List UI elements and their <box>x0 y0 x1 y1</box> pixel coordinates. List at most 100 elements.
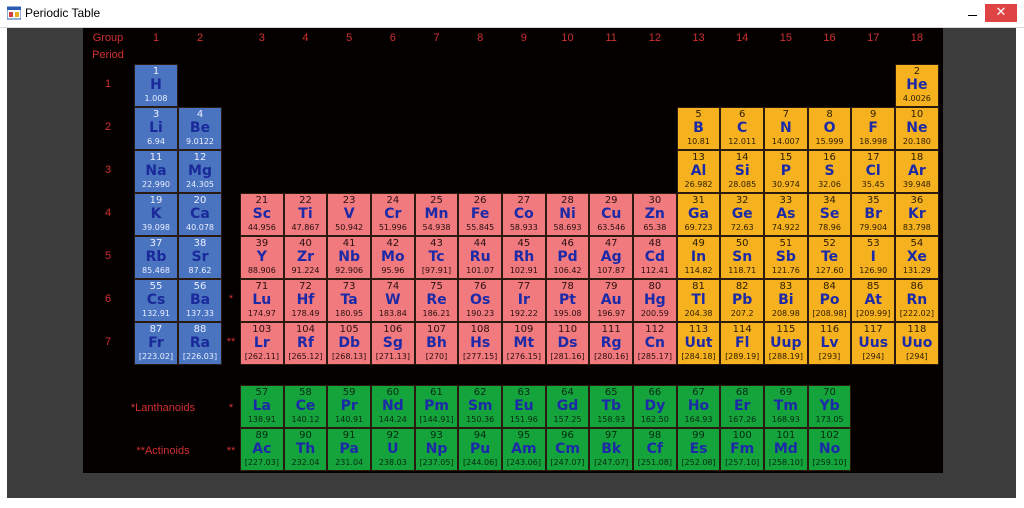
element-cell-la[interactable]: 57 La 138.91 <box>240 385 284 428</box>
element-cell-ne[interactable]: 10 Ne 20.180 <box>895 107 939 150</box>
element-cell-cf[interactable]: 98 Cf [251.08] <box>633 428 677 471</box>
element-cell-mn[interactable]: 25 Mn 54.938 <box>414 193 459 236</box>
element-cell-po[interactable]: 84 Po [208.98] <box>807 279 852 322</box>
element-cell-ga[interactable]: 31 Ga 69.723 <box>676 193 721 236</box>
element-cell-rh[interactable]: 45 Rh 102.91 <box>502 236 546 279</box>
element-cell-he[interactable]: 2 He 4.0026 <box>895 64 939 107</box>
element-cell-rb[interactable]: 37 Rb 85.468 <box>134 236 178 279</box>
element-cell-ti[interactable]: 22 Ti 47.867 <box>283 193 328 236</box>
element-cell-db[interactable]: 105 Db [268.13] <box>327 322 371 365</box>
element-cell-ba[interactable]: 56 Ba 137.33 <box>178 279 222 322</box>
element-cell-hs[interactable]: 108 Hs [277.15] <box>458 322 502 365</box>
element-cell-co[interactable]: 27 Co 58.933 <box>502 193 546 236</box>
element-cell-pb[interactable]: 82 Pb 207.2 <box>720 279 765 322</box>
element-cell-re[interactable]: 75 Re 186.21 <box>414 279 459 322</box>
element-cell-lr[interactable]: 103 Lr [262.11] <box>240 322 284 365</box>
element-cell-ca[interactable]: 20 Ca 40.078 <box>178 193 222 236</box>
element-cell-tc[interactable]: 43 Tc [97.91] <box>414 236 459 279</box>
element-cell-cn[interactable]: 112 Cn [285.17] <box>633 322 677 365</box>
element-cell-h[interactable]: 1 H 1.008 <box>134 64 178 107</box>
element-cell-b[interactable]: 5 B 10.81 <box>676 107 721 150</box>
element-cell-lu[interactable]: 71 Lu 174.97 <box>240 279 284 322</box>
element-cell-te[interactable]: 52 Te 127.60 <box>807 236 852 279</box>
element-cell-mt[interactable]: 109 Mt [276.15] <box>502 322 546 365</box>
element-cell-pr[interactable]: 59 Pr 140.91 <box>327 385 371 428</box>
element-cell-pa[interactable]: 91 Pa 231.04 <box>327 428 371 471</box>
element-cell-be[interactable]: 4 Be 9.0122 <box>178 107 222 150</box>
element-cell-rg[interactable]: 111 Rg [280.16] <box>589 322 634 365</box>
element-cell-xe[interactable]: 54 Xe 131.29 <box>895 236 939 279</box>
element-cell-p[interactable]: 15 P 30.974 <box>764 150 808 193</box>
element-cell-cu[interactable]: 29 Cu 63.546 <box>589 193 634 236</box>
element-cell-os[interactable]: 76 Os 190.23 <box>458 279 502 322</box>
element-cell-bh[interactable]: 107 Bh [270] <box>414 322 459 365</box>
element-cell-gd[interactable]: 64 Gd 157.25 <box>545 385 590 428</box>
element-cell-tb[interactable]: 65 Tb 158.93 <box>589 385 634 428</box>
element-cell-sg[interactable]: 106 Sg [271.13] <box>371 322 415 365</box>
element-cell-uup[interactable]: 115 Uup [288.19] <box>764 322 808 365</box>
minimize-button[interactable] <box>962 4 982 22</box>
element-cell-bi[interactable]: 83 Bi 208.98 <box>764 279 808 322</box>
element-cell-uuo[interactable]: 118 Uuo [294] <box>895 322 939 365</box>
element-cell-ag[interactable]: 47 Ag 107.87 <box>589 236 634 279</box>
element-cell-np[interactable]: 93 Np [237.05] <box>414 428 459 471</box>
element-cell-sn[interactable]: 50 Sn 118.71 <box>720 236 765 279</box>
element-cell-br[interactable]: 35 Br 79.904 <box>851 193 896 236</box>
element-cell-dy[interactable]: 66 Dy 162.50 <box>633 385 677 428</box>
element-cell-tm[interactable]: 69 Tm 168.93 <box>764 385 808 428</box>
element-cell-y[interactable]: 39 Y 88.906 <box>240 236 284 279</box>
element-cell-cs[interactable]: 55 Cs 132.91 <box>134 279 178 322</box>
element-cell-yb[interactable]: 70 Yb 173.05 <box>807 385 852 428</box>
element-cell-es[interactable]: 99 Es [252.08] <box>676 428 721 471</box>
element-cell-in[interactable]: 49 In 114.82 <box>676 236 721 279</box>
element-cell-tl[interactable]: 81 Tl 204.38 <box>676 279 721 322</box>
element-cell-no[interactable]: 102 No [259.10] <box>807 428 852 471</box>
element-cell-fm[interactable]: 100 Fm [257.10] <box>720 428 765 471</box>
element-cell-c[interactable]: 6 C 12.011 <box>720 107 765 150</box>
element-cell-ar[interactable]: 18 Ar 39.948 <box>895 150 939 193</box>
element-cell-ds[interactable]: 110 Ds [281.16] <box>545 322 590 365</box>
element-cell-ir[interactable]: 77 Ir 192.22 <box>502 279 546 322</box>
element-cell-ra[interactable]: 88 Ra [226.03] <box>178 322 222 365</box>
element-cell-kr[interactable]: 36 Kr 83.798 <box>895 193 939 236</box>
element-cell-fl[interactable]: 114 Fl [289.19] <box>720 322 765 365</box>
element-cell-v[interactable]: 23 V 50.942 <box>327 193 371 236</box>
element-cell-th[interactable]: 90 Th 232.04 <box>283 428 328 471</box>
element-cell-w[interactable]: 74 W 183.84 <box>371 279 415 322</box>
element-cell-am[interactable]: 95 Am [243.06] <box>502 428 546 471</box>
element-cell-cm[interactable]: 96 Cm [247.07] <box>545 428 590 471</box>
element-cell-o[interactable]: 8 O 15.999 <box>807 107 852 150</box>
element-cell-at[interactable]: 85 At [209.99] <box>851 279 896 322</box>
element-cell-as[interactable]: 33 As 74.922 <box>764 193 808 236</box>
element-cell-se[interactable]: 34 Se 78.96 <box>807 193 852 236</box>
element-cell-k[interactable]: 19 K 39.098 <box>134 193 178 236</box>
element-cell-ni[interactable]: 28 Ni 58.693 <box>545 193 590 236</box>
element-cell-sr[interactable]: 38 Sr 87.62 <box>178 236 222 279</box>
element-cell-sm[interactable]: 62 Sm 150.36 <box>458 385 502 428</box>
element-cell-mo[interactable]: 42 Mo 95.96 <box>371 236 415 279</box>
element-cell-na[interactable]: 11 Na 22.990 <box>134 150 178 193</box>
element-cell-u[interactable]: 92 U 238.03 <box>371 428 415 471</box>
element-cell-nd[interactable]: 60 Nd 144.24 <box>371 385 415 428</box>
element-cell-ru[interactable]: 44 Ru 101.07 <box>458 236 502 279</box>
element-cell-uus[interactable]: 117 Uus [294] <box>851 322 896 365</box>
element-cell-bk[interactable]: 97 Bk [247.07] <box>589 428 634 471</box>
element-cell-er[interactable]: 68 Er 167.26 <box>720 385 765 428</box>
element-cell-rf[interactable]: 104 Rf [265.12] <box>283 322 328 365</box>
element-cell-zr[interactable]: 40 Zr 91.224 <box>283 236 328 279</box>
element-cell-sc[interactable]: 21 Sc 44.956 <box>240 193 284 236</box>
element-cell-f[interactable]: 9 F 18.998 <box>851 107 896 150</box>
element-cell-ta[interactable]: 73 Ta 180.95 <box>327 279 371 322</box>
element-cell-pd[interactable]: 46 Pd 106.42 <box>545 236 590 279</box>
element-cell-nb[interactable]: 41 Nb 92.906 <box>327 236 371 279</box>
element-cell-pu[interactable]: 94 Pu [244.06] <box>458 428 502 471</box>
element-cell-si[interactable]: 14 Si 28.085 <box>720 150 765 193</box>
element-cell-ce[interactable]: 58 Ce 140.12 <box>283 385 328 428</box>
element-cell-hf[interactable]: 72 Hf 178.49 <box>283 279 328 322</box>
element-cell-eu[interactable]: 63 Eu 151.96 <box>502 385 546 428</box>
element-cell-lv[interactable]: 116 Lv [293] <box>807 322 852 365</box>
element-cell-mg[interactable]: 12 Mg 24.305 <box>178 150 222 193</box>
element-cell-rn[interactable]: 86 Rn [222.02] <box>895 279 939 322</box>
element-cell-ge[interactable]: 32 Ge 72.63 <box>720 193 765 236</box>
element-cell-s[interactable]: 16 S 32.06 <box>807 150 852 193</box>
